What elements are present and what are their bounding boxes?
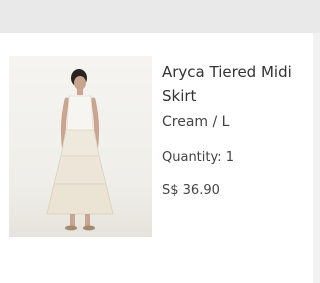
product-price: S$ 36.90 (162, 183, 220, 198)
card-edge (313, 33, 320, 283)
product-name[interactable]: Aryca Tiered Midi Skirt (162, 60, 312, 108)
product-variant: Cream / L (162, 114, 230, 130)
model-photo-icon (46, 69, 114, 231)
product-image[interactable] (9, 56, 152, 237)
product-info: Aryca Tiered Midi Skirt (162, 60, 312, 108)
product-quantity: Quantity: 1 (162, 150, 235, 165)
